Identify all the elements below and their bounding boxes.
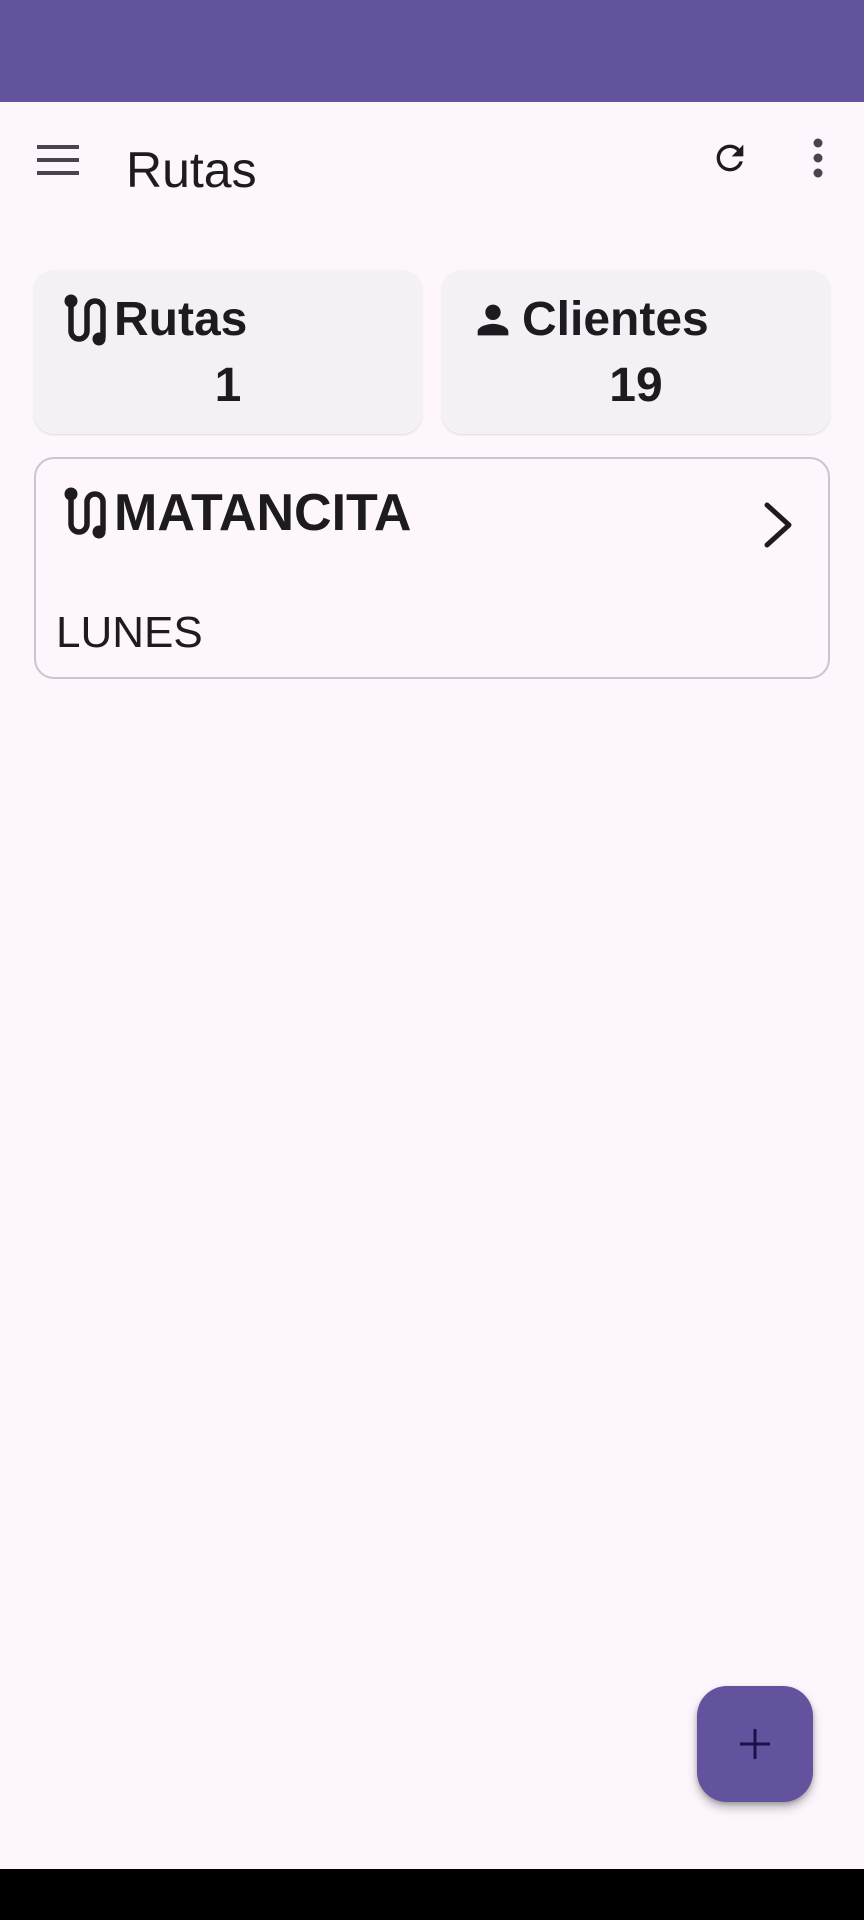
stat-value-rutas: 1 <box>214 359 242 412</box>
stat-label-rutas: Rutas <box>114 293 248 346</box>
route-card[interactable]: MATANCITA LUNES <box>34 457 830 679</box>
route-name: MATANCITA <box>114 484 412 542</box>
person-icon <box>468 293 518 347</box>
refresh-icon <box>716 144 744 172</box>
chevron-right-icon <box>754 495 802 555</box>
top-app-bar: Rutas <box>0 102 864 242</box>
route-header: MATANCITA <box>60 483 411 543</box>
stat-card-clientes: Clientes 19 <box>442 270 830 434</box>
system-navigation-bar <box>0 1869 864 1920</box>
add-icon <box>740 1729 770 1759</box>
status-bar <box>0 0 864 102</box>
menu-button[interactable] <box>26 128 90 192</box>
route-icon <box>60 486 110 540</box>
stat-card-rutas: Rutas 1 <box>34 270 422 434</box>
stat-value-clientes: 19 <box>609 359 663 412</box>
more-options-button[interactable] <box>786 126 850 190</box>
menu-icon <box>37 145 79 175</box>
route-icon <box>60 293 110 347</box>
stat-header-rutas: Rutas <box>60 292 247 348</box>
refresh-button[interactable] <box>698 126 762 190</box>
more-vert-icon <box>813 138 823 178</box>
add-route-button[interactable] <box>697 1686 813 1802</box>
stat-header-clientes: Clientes <box>468 292 709 348</box>
route-day: LUNES <box>56 608 203 657</box>
stat-label-clientes: Clientes <box>522 293 709 346</box>
page-title: Rutas <box>126 142 257 198</box>
